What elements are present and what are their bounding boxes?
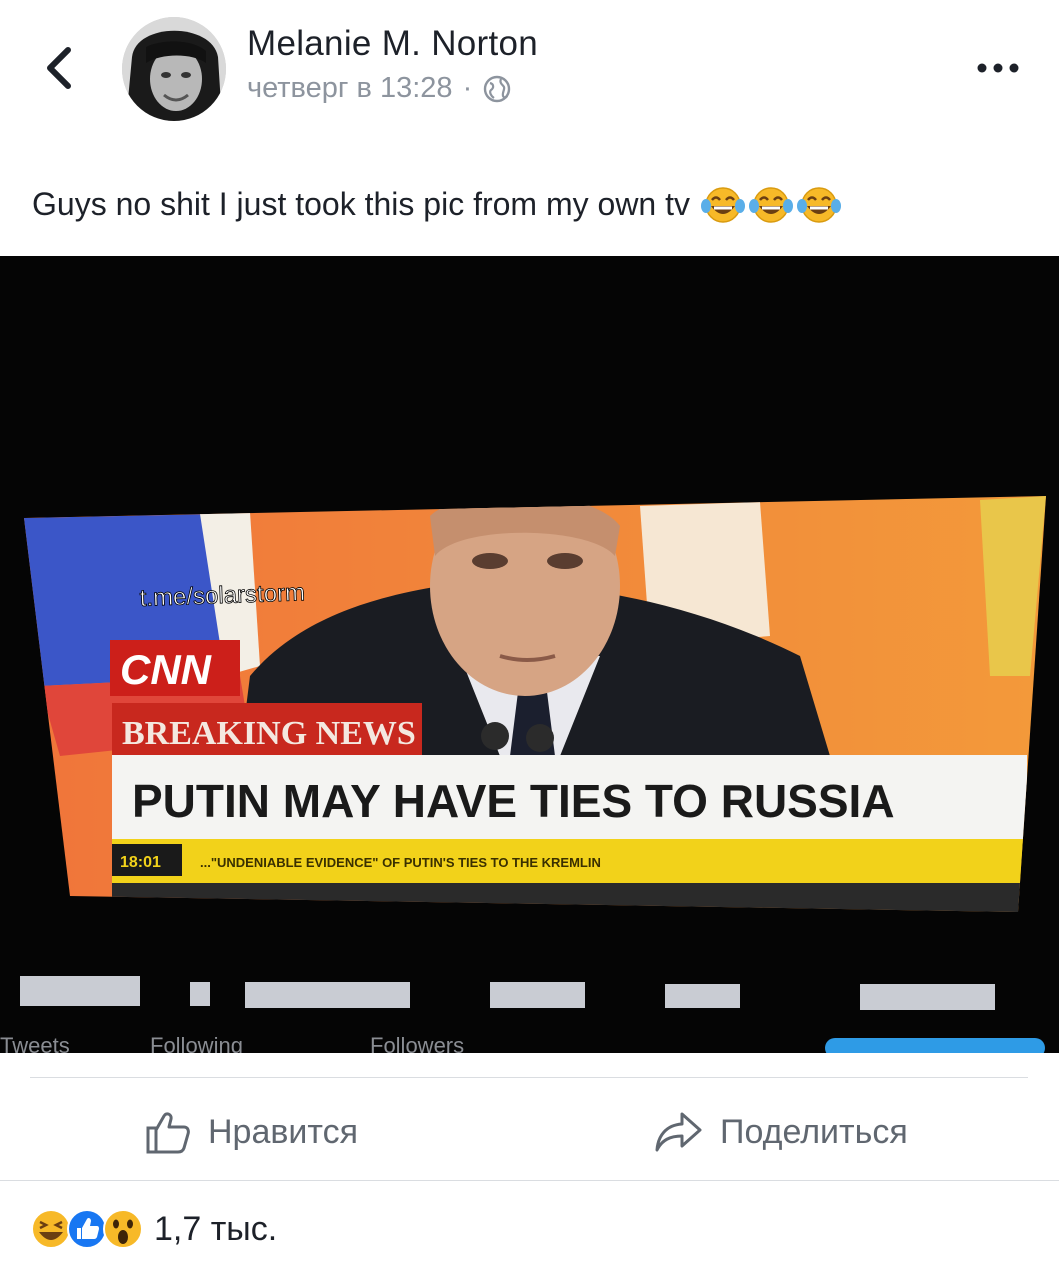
like-button[interactable]: Нравится — [144, 1102, 358, 1162]
share-button[interactable]: Поделиться — [654, 1102, 908, 1162]
share-arrow-icon — [655, 1112, 702, 1152]
back-button[interactable] — [40, 42, 80, 94]
ticker-time: 18:01 — [120, 854, 161, 871]
wow-reaction-icon — [103, 1209, 143, 1249]
tv-screen-photo: CNN BREAKING NEWS PUTIN MAY HAVE TIES TO… — [0, 256, 1059, 1053]
tears-of-joy-emoji — [701, 187, 745, 223]
reactions-summary[interactable]: 1,7 тыс. — [30, 1208, 277, 1250]
author-name[interactable]: Melanie M. Norton — [247, 24, 538, 64]
watermark-text: t.me/solarstorm — [139, 579, 305, 612]
more-options-icon — [977, 63, 1019, 73]
post-body: Guys no shit I just took this pic from m… — [32, 185, 690, 222]
emoji-group — [700, 184, 842, 224]
globe-icon — [484, 75, 511, 102]
meta-separator: · — [462, 72, 473, 104]
tears-of-joy-emoji — [797, 187, 841, 223]
more-options-button[interactable] — [975, 58, 1021, 78]
divider-bottom — [0, 1180, 1059, 1181]
share-label: Поделиться — [720, 1112, 908, 1151]
headline-text: PUTIN MAY HAVE TIES TO RUSSIA — [132, 775, 895, 827]
like-label: Нравится — [208, 1112, 359, 1151]
timestamp[interactable]: четверг в 13:28 — [247, 72, 453, 105]
divider-top — [30, 1077, 1028, 1078]
thumbs-up-icon — [146, 1112, 190, 1154]
reaction-count: 1,7 тыс. — [154, 1209, 278, 1248]
post-text: Guys no shit I just took this pic from m… — [32, 184, 842, 224]
chevron-left-icon — [47, 47, 71, 89]
following-label: Following — [150, 1033, 243, 1053]
post-meta: четверг в 13:28 · — [247, 72, 512, 105]
cnn-logo: CNN — [120, 646, 213, 693]
ticker-text: ..."UNDENIABLE EVIDENCE" OF PUTIN'S TIES… — [200, 855, 601, 870]
followers-label: Followers — [370, 1033, 464, 1053]
post-photo[interactable]: CNN BREAKING NEWS PUTIN MAY HAVE TIES TO… — [0, 256, 1059, 1053]
breaking-news-label: BREAKING NEWS — [122, 715, 416, 752]
tears-of-joy-emoji — [749, 187, 793, 223]
tweets-label: Tweets — [0, 1033, 70, 1053]
profile-photo — [122, 17, 226, 121]
avatar[interactable] — [122, 17, 226, 121]
